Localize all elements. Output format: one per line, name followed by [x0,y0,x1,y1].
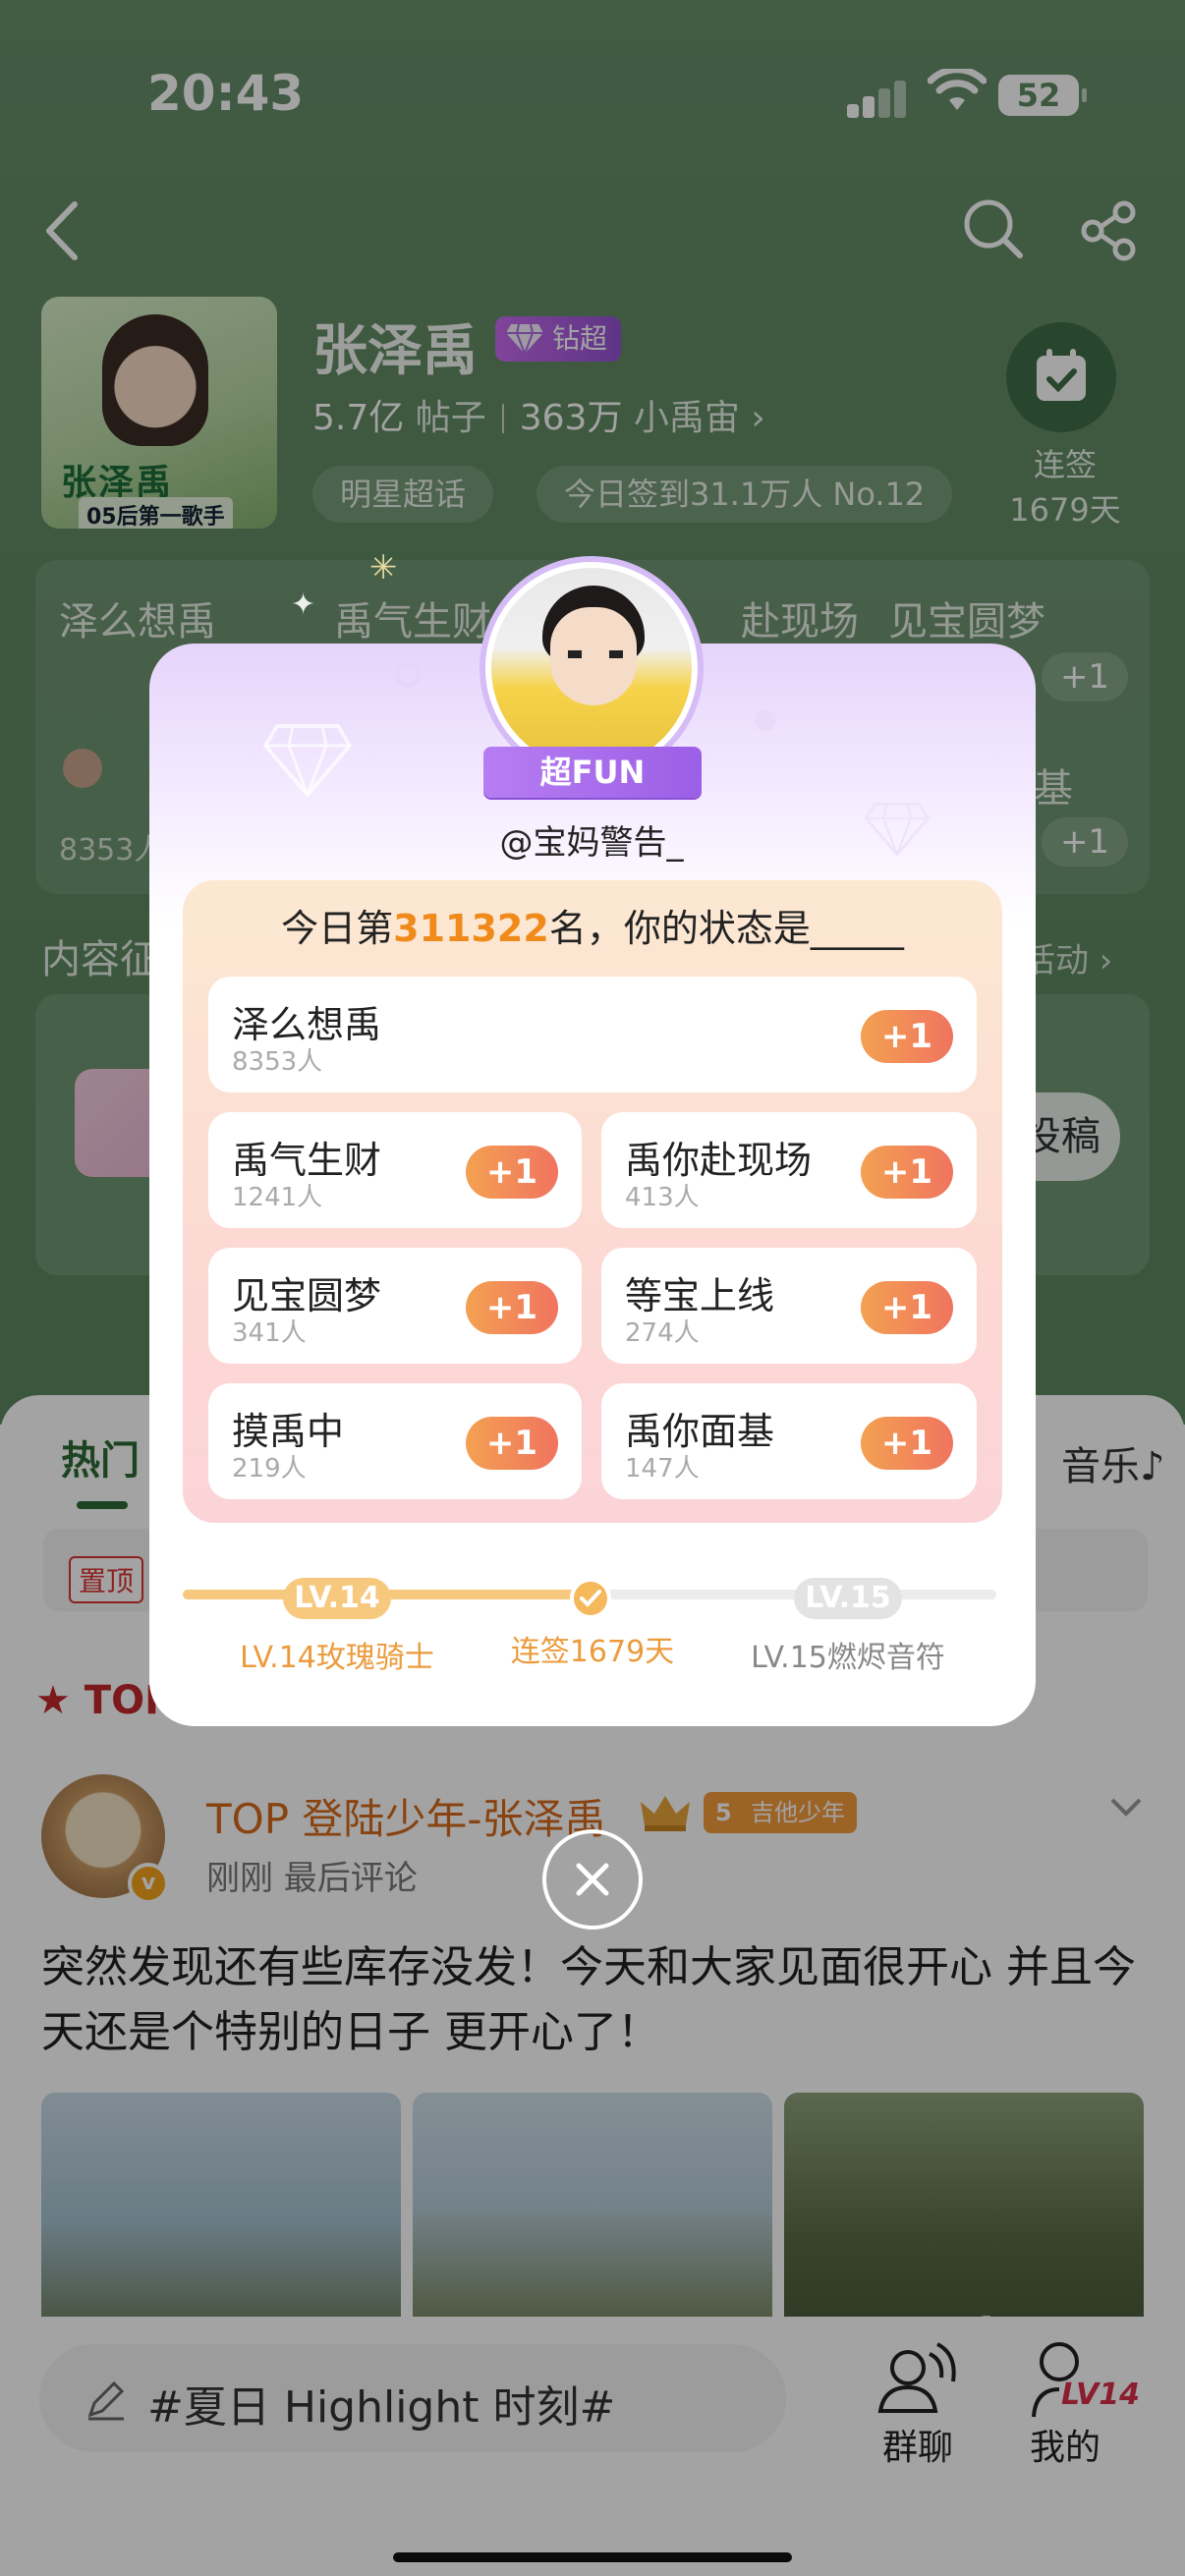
current-level-name: LV.14玫瑰骑士 [240,1641,434,1675]
plus-one-button[interactable]: +1 [466,1281,558,1334]
user-handle: @宝妈警告_ [499,823,684,863]
check-icon [570,1578,611,1619]
diamond-decoration-icon [263,724,352,799]
streak-label: 连签1679天 [510,1635,675,1669]
status-option-5[interactable]: 等宝上线 274人 +1 [601,1248,977,1364]
sparkle-icon: ✳ [369,548,398,588]
plus-one-button[interactable]: +1 [861,1281,953,1334]
status-option-3[interactable]: 禹你赴现场 413人 +1 [601,1112,977,1228]
super-fun-badge: 超FUN [483,747,702,798]
next-level-name: LV.15燃烬音符 [751,1641,945,1675]
plus-one-button[interactable]: +1 [861,1146,953,1199]
plus-one-button[interactable]: +1 [861,1417,953,1470]
diamond-decoration-icon [865,802,930,857]
plus-one-button[interactable]: +1 [466,1417,558,1470]
status-option-4[interactable]: 见宝圆梦 341人 +1 [208,1248,582,1364]
current-level-badge: LV.14 [283,1578,391,1619]
status-option-2[interactable]: 禹气生财 1241人 +1 [208,1112,582,1228]
plus-one-button[interactable]: +1 [466,1146,558,1199]
rank-number: 311322 [393,907,549,950]
bubble-decoration [755,709,776,731]
sparkle-icon: ✦ [291,588,316,622]
status-option-7[interactable]: 禹你面基 147人 +1 [601,1383,977,1499]
plus-one-button[interactable]: +1 [861,1010,953,1063]
rank-text: 今日第311322名，你的状态是_____ [281,907,904,950]
bubble-decoration [395,662,421,688]
user-avatar[interactable] [491,568,692,768]
close-modal-button[interactable] [542,1829,643,1930]
close-icon [576,1863,609,1896]
next-level-badge: LV.15 [794,1578,902,1619]
status-option-1[interactable]: 泽么想禹 8353人 +1 [208,977,977,1092]
status-option-6[interactable]: 摸禹中 219人 +1 [208,1383,582,1499]
